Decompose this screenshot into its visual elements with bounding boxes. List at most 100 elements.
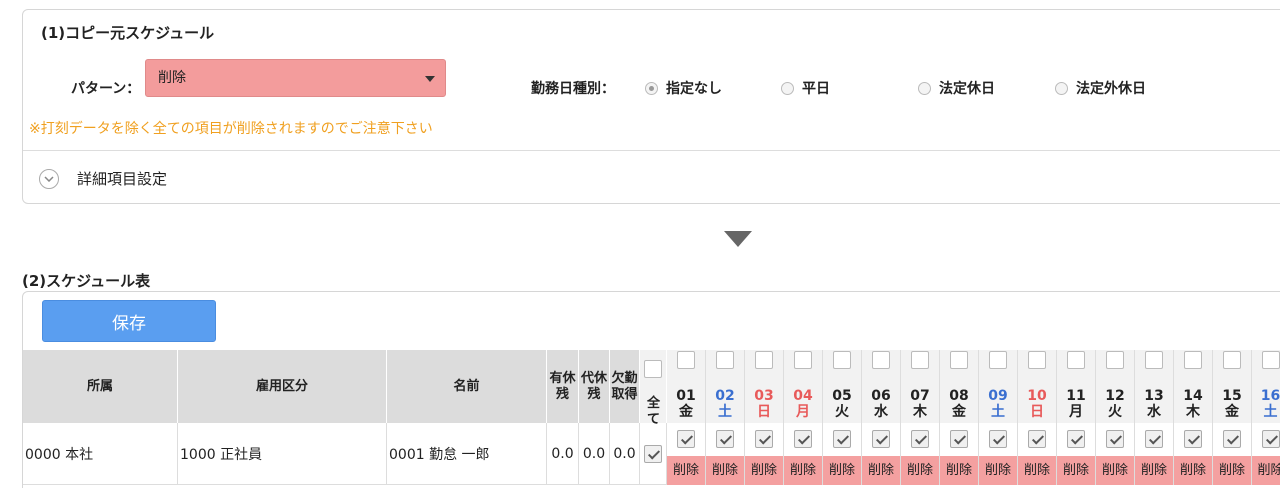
day-select-checkbox[interactable] bbox=[1067, 351, 1085, 369]
day-select-checkbox[interactable] bbox=[1223, 351, 1241, 369]
detail-settings-toggle[interactable]: 詳細項目設定 bbox=[39, 168, 167, 189]
day-header-11: 11 月 bbox=[1057, 350, 1096, 423]
day-cell-checkbox[interactable] bbox=[911, 430, 929, 448]
day-weekday: 水 bbox=[874, 404, 888, 420]
day-cell-pattern[interactable]: 削除 bbox=[1213, 456, 1251, 485]
day-cell-pattern[interactable]: 削除 bbox=[706, 456, 744, 485]
day-cell-pattern[interactable]: 削除 bbox=[901, 456, 939, 485]
day-cell-pattern[interactable]: 削除 bbox=[1135, 456, 1173, 485]
pattern-select-value: 削除 bbox=[158, 70, 186, 86]
day-cell-pattern[interactable]: 削除 bbox=[1057, 456, 1095, 485]
day-header-10: 10 日 bbox=[1018, 350, 1057, 423]
row-select-checkbox[interactable] bbox=[644, 444, 662, 463]
day-select-checkbox[interactable] bbox=[989, 351, 1007, 369]
day-select-checkbox[interactable] bbox=[1028, 351, 1046, 369]
day-cell-checkbox[interactable] bbox=[677, 430, 695, 448]
day-select-checkbox[interactable] bbox=[872, 351, 890, 369]
header-paid-leave-line2: 残 bbox=[555, 386, 569, 402]
day-weekday: 土 bbox=[991, 404, 1005, 420]
header-absence: 欠勤 取得 bbox=[610, 350, 640, 423]
day-cell-12: 削除 bbox=[1096, 423, 1135, 485]
day-cell-pattern[interactable]: 削除 bbox=[940, 456, 978, 485]
day-cell-checkbox[interactable] bbox=[1184, 430, 1202, 448]
day-number: 13 bbox=[1144, 388, 1164, 404]
radio-non-legal-holiday[interactable]: 法定外休日 bbox=[1055, 78, 1146, 98]
row-name: 0001 勤怠 一郎 bbox=[387, 423, 547, 485]
day-weekday: 日 bbox=[1030, 404, 1044, 420]
day-cell-pattern[interactable]: 削除 bbox=[1096, 456, 1134, 485]
day-number: 05 bbox=[832, 388, 852, 404]
day-cell-pattern[interactable]: 削除 bbox=[745, 456, 783, 485]
section2-title: (2)スケジュール表 bbox=[22, 272, 151, 290]
day-cell-09: 削除 bbox=[979, 423, 1018, 485]
day-cell-pattern[interactable]: 削除 bbox=[979, 456, 1017, 485]
radio-checked-icon bbox=[645, 81, 658, 95]
day-number: 08 bbox=[949, 388, 969, 404]
day-cell-pattern[interactable]: 削除 bbox=[1252, 456, 1280, 485]
day-cell-pattern[interactable]: 削除 bbox=[1018, 456, 1056, 485]
day-cell-checkbox[interactable] bbox=[1106, 430, 1124, 448]
day-cell-pattern[interactable]: 削除 bbox=[667, 456, 705, 485]
day-number: 16 bbox=[1260, 388, 1280, 404]
day-cell-checkbox[interactable] bbox=[794, 430, 812, 448]
row-paid-leave: 0.0 bbox=[547, 423, 579, 485]
day-select-checkbox[interactable] bbox=[1184, 351, 1202, 369]
day-weekday: 月 bbox=[796, 404, 810, 420]
day-number: 15 bbox=[1222, 388, 1242, 404]
pattern-select[interactable]: 削除 bbox=[145, 59, 446, 97]
radio-unchecked-icon bbox=[1055, 81, 1068, 95]
day-select-checkbox[interactable] bbox=[911, 351, 929, 369]
day-header-13: 13 水 bbox=[1135, 350, 1174, 423]
row-absence: 0.0 bbox=[610, 423, 640, 485]
day-cell-05: 削除 bbox=[823, 423, 862, 485]
day-select-checkbox[interactable] bbox=[1145, 351, 1163, 369]
arrow-down-icon bbox=[724, 231, 752, 247]
header-dept: 所属 bbox=[23, 350, 178, 423]
day-cell-checkbox[interactable] bbox=[872, 430, 890, 448]
day-cell-checkbox[interactable] bbox=[1028, 430, 1046, 448]
day-header-04: 04 月 bbox=[784, 350, 823, 423]
save-button[interactable]: 保存 bbox=[42, 300, 216, 342]
day-cell-pattern[interactable]: 削除 bbox=[1174, 456, 1212, 485]
radio-legal-holiday[interactable]: 法定休日 bbox=[918, 78, 995, 98]
day-cell-pattern[interactable]: 削除 bbox=[784, 456, 822, 485]
day-cell-08: 削除 bbox=[940, 423, 979, 485]
day-weekday: 木 bbox=[913, 404, 927, 420]
day-cell-pattern[interactable]: 削除 bbox=[823, 456, 861, 485]
day-cell-checkbox[interactable] bbox=[755, 430, 773, 448]
day-cell-checkbox[interactable] bbox=[833, 430, 851, 448]
radio-unchecked-icon bbox=[781, 81, 794, 95]
day-cell-06: 削除 bbox=[862, 423, 901, 485]
day-cell-checkbox[interactable] bbox=[1223, 430, 1241, 448]
day-weekday: 金 bbox=[1225, 404, 1239, 420]
day-select-checkbox[interactable] bbox=[833, 351, 851, 369]
day-select-checkbox[interactable] bbox=[794, 351, 812, 369]
day-header-02: 02 土 bbox=[706, 350, 745, 423]
day-cell-checkbox[interactable] bbox=[989, 430, 1007, 448]
day-cell-13: 削除 bbox=[1135, 423, 1174, 485]
day-select-checkbox[interactable] bbox=[755, 351, 773, 369]
day-select-checkbox[interactable] bbox=[1106, 351, 1124, 369]
day-select-checkbox[interactable] bbox=[1261, 351, 1280, 369]
day-cell-checkbox[interactable] bbox=[716, 430, 734, 448]
day-cell-checkbox[interactable] bbox=[950, 430, 968, 448]
day-cell-01: 削除 bbox=[667, 423, 706, 485]
day-cell-checkbox[interactable] bbox=[1261, 430, 1280, 448]
day-select-checkbox[interactable] bbox=[950, 351, 968, 369]
day-header-03: 03 日 bbox=[745, 350, 784, 423]
header-paid-leave: 有休 残 bbox=[547, 350, 579, 423]
radio-unspecified[interactable]: 指定なし bbox=[645, 78, 722, 98]
day-number: 12 bbox=[1105, 388, 1125, 404]
radio-label: 法定休日 bbox=[939, 81, 995, 97]
day-cell-pattern[interactable]: 削除 bbox=[862, 456, 900, 485]
radio-weekday[interactable]: 平日 bbox=[781, 78, 830, 98]
day-weekday: 日 bbox=[757, 404, 771, 420]
day-select-checkbox[interactable] bbox=[677, 351, 695, 369]
day-select-checkbox[interactable] bbox=[716, 351, 734, 369]
day-number: 09 bbox=[988, 388, 1008, 404]
day-header-08: 08 金 bbox=[940, 350, 979, 423]
day-weekday: 火 bbox=[835, 404, 849, 420]
day-cell-checkbox[interactable] bbox=[1067, 430, 1085, 448]
day-cell-checkbox[interactable] bbox=[1145, 430, 1163, 448]
select-all-checkbox[interactable] bbox=[644, 360, 662, 378]
